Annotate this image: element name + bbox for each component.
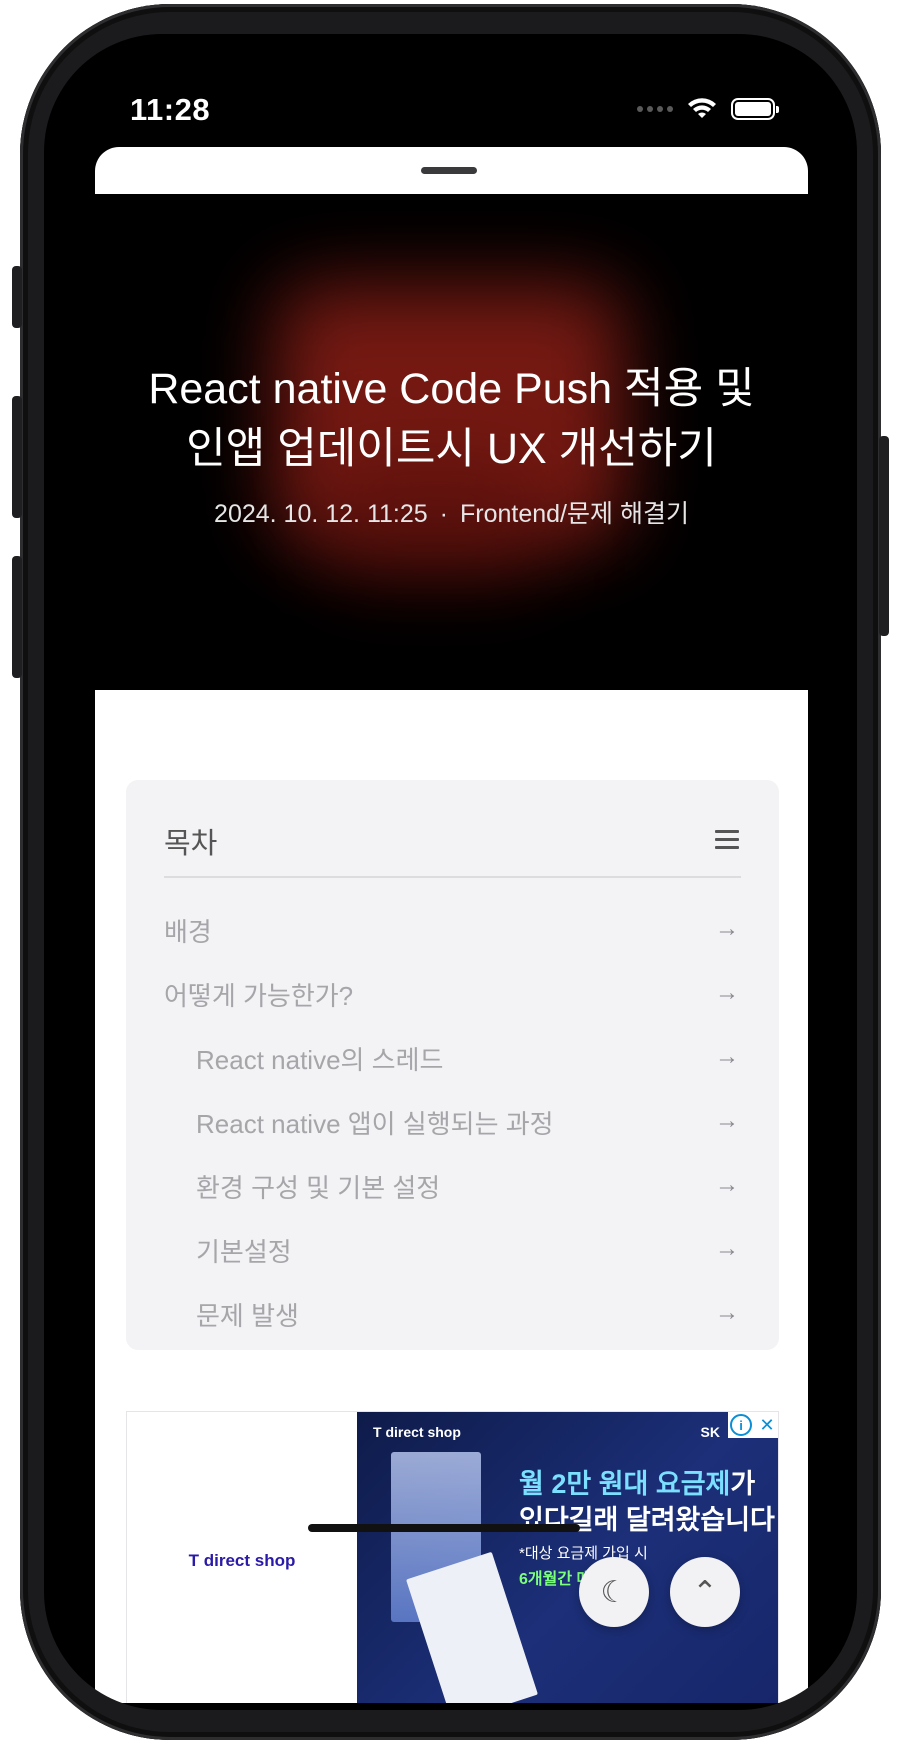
phone-frame: 11:28 React native Code Push 적용 및 인앱 업데이… — [12, 4, 889, 1740]
ad-banner-brand: SK — [700, 1424, 720, 1440]
arrow-right-icon: → — [715, 1299, 739, 1326]
hamburger-menu-icon[interactable] — [715, 830, 739, 850]
ad-left-panel[interactable]: T direct shop — [127, 1412, 357, 1703]
toc-subitem[interactable]: React native의 스레드 → — [164, 1026, 741, 1090]
ad-controls: i ✕ — [728, 1412, 778, 1438]
modal-sheet: React native Code Push 적용 및 인앱 업데이트시 UX … — [95, 147, 808, 1703]
ad-headline: 월 2만 원대 요금제가 — [519, 1462, 755, 1501]
sheet-grabber[interactable] — [421, 167, 477, 174]
advertisement[interactable]: T direct shop T direct shop SK 월 2만 원대 요… — [126, 1411, 779, 1703]
post-hero: React native Code Push 적용 및 인앱 업데이트시 UX … — [95, 194, 808, 690]
toc-item-label: 환경 구성 및 기본 설정 — [196, 1172, 441, 1203]
wifi-icon — [688, 98, 716, 118]
toc-item-label: React native의 스레드 — [196, 1044, 444, 1075]
cellular-signal-icon — [637, 106, 673, 112]
battery-icon — [731, 98, 779, 120]
toc-subitem[interactable]: 환경 구성 및 기본 설정 → — [164, 1154, 741, 1218]
arrow-right-icon: → — [715, 1043, 739, 1070]
arrow-right-icon: → — [715, 1235, 739, 1262]
post-title-line1: React native Code Push 적용 및 — [148, 365, 755, 413]
power-button — [879, 436, 889, 636]
toc-item[interactable]: 어떻게 가능한가? → — [164, 962, 741, 1026]
post-date: 2024. 10. 12. 11:25 — [214, 500, 428, 528]
ad-banner[interactable]: T direct shop SK 월 2만 원대 요금제가 있다길래 달려왔습니… — [357, 1412, 778, 1703]
toc-item-label: 배경 — [164, 916, 212, 947]
status-bar: 11:28 — [44, 34, 857, 144]
screen: 11:28 React native Code Push 적용 및 인앱 업데이… — [44, 34, 857, 1710]
arrow-right-icon: → — [715, 1107, 739, 1134]
ad-brand-logo: T direct shop — [188, 1551, 296, 1570]
arrow-right-icon: → — [715, 979, 739, 1006]
ad-close-icon[interactable]: ✕ — [754, 1412, 778, 1438]
scroll-to-top-button[interactable]: ⌃ — [670, 1557, 740, 1627]
toc-item-label: 기본설정 — [196, 1236, 292, 1267]
toc-title: 목차 — [164, 828, 218, 860]
ad-banner-logo: T direct shop — [373, 1424, 461, 1440]
toc-header: 목차 — [164, 820, 741, 878]
post-category[interactable]: Frontend/문제 해결기 — [460, 500, 689, 528]
status-time: 11:28 — [130, 92, 211, 127]
arrow-right-icon: → — [715, 1171, 739, 1198]
volume-up-button — [12, 396, 22, 518]
post-meta: 2024. 10. 12. 11:25 · Frontend/문제 해결기 — [95, 494, 808, 530]
home-indicator[interactable] — [308, 1524, 580, 1532]
notch — [244, 34, 657, 126]
toc-list: 배경 → 어떻게 가능한가? → React native의 스레드 → React … — [164, 898, 741, 1346]
moon-icon: ☾ — [600, 1575, 628, 1609]
toc-subitem[interactable]: 기본설정 → — [164, 1218, 741, 1282]
dark-mode-toggle-button[interactable]: ☾ — [579, 1557, 649, 1627]
volume-down-button — [12, 556, 22, 678]
toc-item[interactable]: 배경 → — [164, 898, 741, 962]
arrow-right-icon: → — [715, 915, 739, 942]
post-title-line2: 인앱 업데이트시 UX 개선하기 — [186, 425, 717, 473]
ad-info-icon[interactable]: i — [730, 1414, 752, 1436]
ad-headline-highlight: 월 2만 원대 요금제 — [519, 1469, 731, 1499]
status-icons — [637, 98, 779, 120]
mute-switch — [12, 266, 22, 328]
meta-separator: · — [439, 500, 448, 528]
toc-subitem[interactable]: React native 앱이 실행되는 과정 → — [164, 1090, 741, 1154]
ad-headline-rest: 가 — [730, 1469, 756, 1499]
table-of-contents: 목차 배경 → 어떻게 가능한가? → React native의 스레드 → Rea… — [126, 780, 779, 1350]
toc-item-label: 어떻게 가능한가? — [164, 980, 354, 1011]
toc-item-label: React native 앱이 실행되는 과정 — [196, 1108, 554, 1139]
toc-subitem[interactable]: 문제 발생 → — [164, 1282, 741, 1346]
chevron-up-icon: ⌃ — [692, 1575, 718, 1609]
post-title: React native Code Push 적용 및 인앱 업데이트시 UX … — [95, 359, 808, 479]
toc-item-label: 문제 발생 — [196, 1300, 299, 1331]
